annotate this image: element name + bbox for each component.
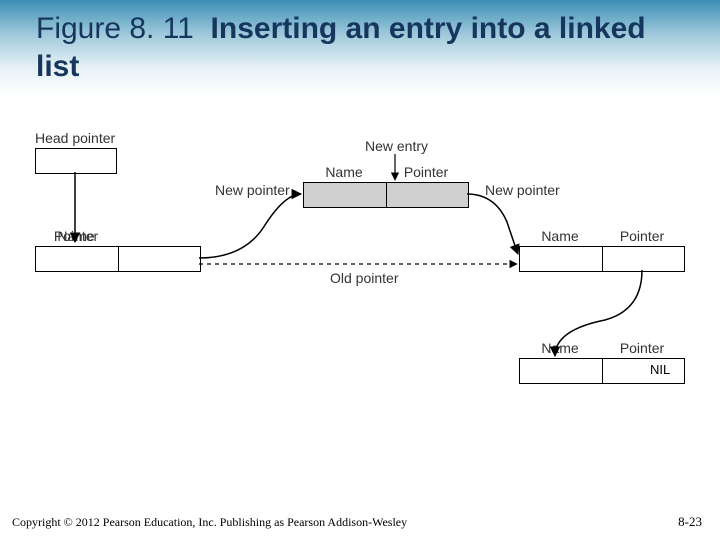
page-number: 8-23 [678,514,702,530]
figure-number: Figure 8. 11 [36,12,194,45]
figure-title: Figure 8. 11 Inserting an entry into a l… [36,10,676,85]
arrow-new-pointer-left [199,194,301,258]
arrow-new-pointer-right [467,194,518,254]
copyright: Copyright © 2012 Pearson Education, Inc.… [12,515,407,530]
arrow-node2-to-node3 [555,270,642,356]
diagram-arrows [35,130,685,420]
linked-list-diagram: Head pointer Name Pointer New entry New … [35,130,685,420]
